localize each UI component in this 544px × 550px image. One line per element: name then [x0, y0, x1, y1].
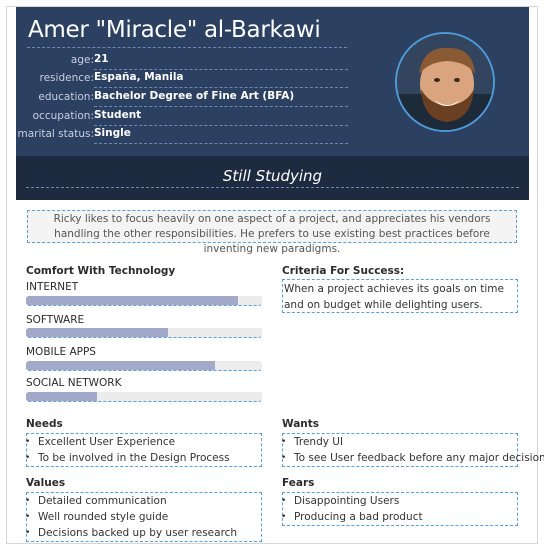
values-list: Detailed communication Well rounded styl… — [25, 492, 262, 542]
skill-label: INTERNET — [26, 281, 79, 293]
avatar — [395, 32, 495, 132]
list-item: Disappointing Users — [281, 493, 517, 509]
list-item: Excellent User Experience — [25, 434, 261, 450]
field-value: 21 — [94, 53, 348, 70]
avatar-portrait-icon — [397, 34, 493, 130]
field-label: occupation: — [32, 110, 94, 122]
field-value: Student — [94, 109, 348, 126]
skill-label: MOBILE APPS — [26, 346, 96, 358]
fears-title: Fears — [282, 477, 315, 489]
skill-bar-software — [26, 328, 262, 338]
field-residence: residence: España, Manila — [16, 71, 356, 88]
status-band: Still Studying — [16, 156, 529, 200]
list-item: Trendy UI — [281, 434, 517, 450]
skill-label: SOFTWARE — [26, 314, 85, 326]
field-occupation: occupation: Student — [16, 109, 356, 126]
field-age: age: 21 — [16, 53, 356, 70]
field-value: España, Manila — [94, 71, 348, 88]
field-label: marital status: — [17, 128, 94, 140]
field-value: Bachelor Degree of Fine Art (BFA) — [94, 90, 348, 107]
criteria-text: When a project achieves its goals on tim… — [282, 279, 518, 313]
list-item: Well rounded style guide — [25, 509, 261, 525]
bio-text: Ricky likes to focus heavily on one aspe… — [27, 210, 517, 255]
list-item: Decisions backed up by user research — [25, 525, 261, 541]
skill-label: SOCIAL NETWORK — [26, 377, 122, 389]
skill-bar-internet — [26, 296, 262, 306]
status-text: Still Studying — [222, 167, 323, 185]
skill-fill — [26, 361, 215, 370]
wants-list: Trendy UI To see User feedback before an… — [281, 433, 544, 467]
list-item: To be involved in the Design Process — [25, 450, 261, 466]
needs-title: Needs — [26, 418, 63, 430]
list-item: Detailed communication — [25, 493, 261, 509]
field-marital-status: marital status: Single — [16, 127, 356, 144]
field-education: education: Bachelor Degree of Fine Art (… — [16, 90, 356, 107]
profile-header: Amer "Miracle" al-Barkawi age: 21 reside… — [16, 7, 529, 156]
skill-bar-mobile-apps — [26, 361, 262, 371]
fears-list: Disappointing Users Producing a bad prod… — [281, 492, 518, 526]
field-value: Single — [94, 127, 348, 144]
field-label: age: — [70, 54, 94, 66]
wants-title: Wants — [282, 418, 320, 430]
status-underline — [26, 187, 519, 188]
name-underline — [27, 47, 347, 48]
skill-fill — [26, 296, 239, 305]
skill-fill — [26, 392, 97, 401]
list-item: Producing a bad product — [281, 509, 517, 525]
criteria-title: Criteria For Success: — [282, 265, 405, 277]
skill-fill — [26, 328, 168, 337]
values-title: Values — [26, 477, 66, 489]
needs-list: Excellent User Experience To be involved… — [25, 433, 262, 467]
comfort-title: Comfort With Technology — [26, 265, 176, 277]
field-label: residence: — [39, 72, 94, 84]
persona-name: Amer "Miracle" al-Barkawi — [28, 17, 321, 43]
skill-bar-social-network — [26, 392, 262, 402]
field-label: education: — [38, 91, 94, 103]
list-item: To see User feedback before any major de… — [281, 450, 544, 466]
